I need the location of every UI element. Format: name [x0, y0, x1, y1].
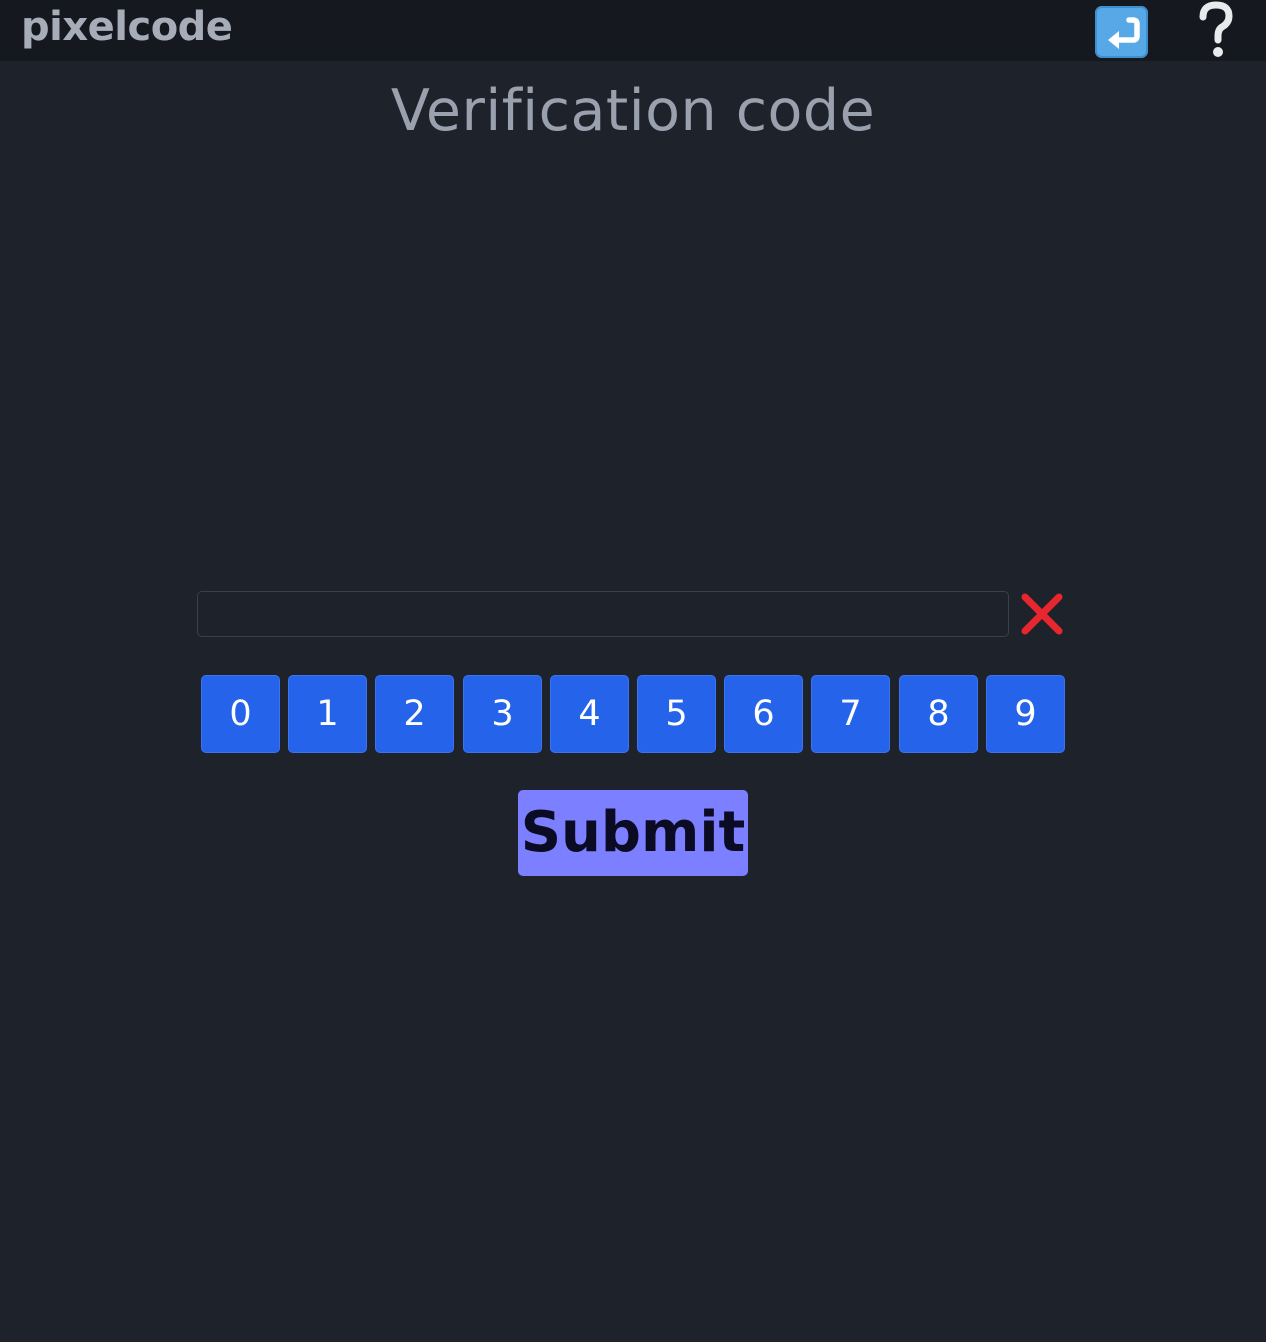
digit-keypad: 0 1 2 3 4 5 6 7 8 9 [201, 675, 1065, 754]
digit-button-7[interactable]: 7 [811, 675, 890, 753]
digit-button-4[interactable]: 4 [550, 675, 629, 753]
clear-input-button[interactable] [1019, 591, 1065, 637]
digit-button-6[interactable]: 6 [724, 675, 803, 753]
question-mark-icon [1199, 1, 1233, 57]
digit-button-9[interactable]: 9 [986, 675, 1065, 753]
page-title: Verification code [390, 78, 876, 144]
cross-mark-icon [1021, 593, 1063, 635]
digit-button-5[interactable]: 5 [637, 675, 716, 753]
return-arrow-icon [1108, 17, 1140, 49]
digit-button-0[interactable]: 0 [201, 675, 280, 753]
help-button[interactable] [1190, 0, 1240, 60]
top-bar: pixelcode [0, 0, 1266, 61]
digit-button-8[interactable]: 8 [899, 675, 978, 753]
digit-button-1[interactable]: 1 [288, 675, 367, 753]
digit-button-3[interactable]: 3 [463, 675, 542, 753]
digit-button-2[interactable]: 2 [375, 675, 454, 753]
submit-button[interactable]: Submit [518, 790, 748, 876]
return-button[interactable] [1095, 6, 1148, 58]
verification-code-input[interactable] [197, 591, 1009, 637]
brand-logo: pixelcode [21, 4, 233, 50]
